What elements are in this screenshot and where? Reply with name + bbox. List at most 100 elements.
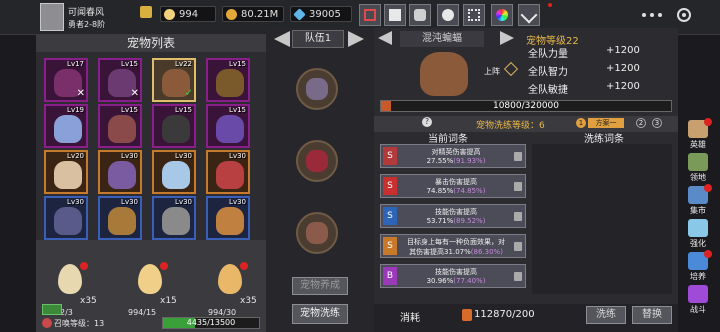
affix-entry[interactable]: S 技能伤害提高 53.71%(89.52%) <box>380 204 526 228</box>
side-menu-label: 战斗 <box>690 305 706 314</box>
scheme-1-number[interactable]: 1 <box>576 118 586 128</box>
tab-wash-entries[interactable]: 洗练词条 <box>584 130 624 145</box>
battle-toggle-icon[interactable] <box>503 61 519 77</box>
affix-entry[interactable]: S 对精英伤害提高 27.55%(91.93%) <box>380 144 526 168</box>
pet-card[interactable]: Lv20 <box>44 150 88 194</box>
pet-level-label: Lv30 <box>121 198 138 206</box>
wash-button[interactable]: 洗练 <box>586 306 626 324</box>
pet-card[interactable]: Lv22 ✓ <box>152 58 196 102</box>
pet-level-label: Lv19 <box>67 106 84 114</box>
tab-current-entries[interactable]: 当前词条 <box>428 130 468 145</box>
mail-button[interactable] <box>384 4 406 26</box>
pet-prev-arrow-icon[interactable] <box>378 31 392 45</box>
affix-entry[interactable]: B 技能伤害提高 30.96%(77.40%) <box>380 264 526 288</box>
affix-value: 53.71% <box>426 217 454 225</box>
close-target-icon[interactable] <box>677 8 691 22</box>
pet-level-label: Lv30 <box>229 198 246 206</box>
team-prev-arrow-icon[interactable] <box>274 31 290 47</box>
settings-button[interactable] <box>437 4 459 26</box>
more-menu-icon[interactable] <box>642 13 662 17</box>
summon-egg-icon[interactable] <box>58 264 82 294</box>
pet-card[interactable]: Lv30 <box>206 196 250 240</box>
team-slot-1[interactable] <box>296 68 338 110</box>
pet-level-label: Lv17 <box>67 60 84 68</box>
pet-card[interactable]: Lv15 <box>206 104 250 148</box>
grid-icon <box>468 9 480 21</box>
pet-level-label: Lv15 <box>121 60 138 68</box>
affix-entry[interactable]: S 目标身上每有一种负面效果，对 其伤害提高31.07%(86.30%) <box>380 234 526 258</box>
pet-sprite-icon <box>54 207 82 235</box>
side-menu-item[interactable]: 集市 <box>684 184 712 216</box>
affix-grade-icon: S <box>383 237 397 255</box>
egg-progress: 994/30 <box>208 308 237 317</box>
lock-icon[interactable] <box>514 152 522 161</box>
pet-sprite-icon <box>108 115 136 143</box>
pet-wash-button[interactable]: 宠物洗练 <box>292 304 348 324</box>
lock-icon[interactable] <box>514 182 522 191</box>
summon-egg-icon[interactable] <box>138 264 162 294</box>
team-label: 队伍1 <box>292 30 344 48</box>
grid-button[interactable] <box>463 4 485 26</box>
summon-level: 召唤等级：13 <box>54 319 105 328</box>
pet-next-arrow-icon[interactable] <box>500 31 514 45</box>
side-menu-item[interactable]: 战斗 <box>684 285 712 315</box>
pet-level-label: Lv30 <box>121 152 138 160</box>
affix-entry[interactable]: S 暴击伤害提高 74.85%(74.85%) <box>380 174 526 198</box>
pet-card[interactable]: Lv30 <box>152 150 196 194</box>
pet-card[interactable]: Lv15 ✕ <box>98 58 142 102</box>
pet-sprite-icon <box>162 161 190 189</box>
team-slot-3[interactable] <box>296 212 338 254</box>
side-menu-item[interactable]: 英雄 <box>684 118 712 150</box>
remove-icon: ✕ <box>76 88 85 99</box>
side-menu-label: 领地 <box>690 173 706 182</box>
affix-range: (74.85%) <box>453 187 486 195</box>
team-next-arrow-icon[interactable] <box>348 31 364 47</box>
pet-card[interactable]: Lv19 <box>44 104 88 148</box>
battle-button[interactable] <box>518 4 540 26</box>
pet-card[interactable]: Lv15 <box>152 104 196 148</box>
pet-sprite-icon <box>216 69 244 97</box>
pet-exp-bar: 10800/320000 <box>380 100 672 112</box>
pet-sprite-icon <box>108 161 136 189</box>
help-icon[interactable]: ? <box>422 117 432 127</box>
scheme-3-button[interactable]: 3 <box>652 118 662 128</box>
scheme-2-button[interactable]: 2 <box>636 118 646 128</box>
affix-value-line: 27.55%(91.93%) <box>401 157 511 165</box>
replace-button[interactable]: 替换 <box>632 306 672 324</box>
pet-card[interactable]: Lv17 ✕ <box>44 58 88 102</box>
player-avatar[interactable] <box>40 3 64 31</box>
pet-card[interactable]: Lv30 <box>98 196 142 240</box>
lock-icon[interactable] <box>514 242 522 251</box>
lock-icon[interactable] <box>514 272 522 281</box>
pet-card[interactable]: Lv30 <box>98 150 142 194</box>
wash-level: 宠物洗练等级：6 <box>476 121 545 131</box>
edit-icon[interactable] <box>140 6 152 18</box>
ticket-icon <box>42 304 62 315</box>
pet-list-title: 宠物列表 <box>36 34 266 52</box>
pet-incubate-button[interactable]: 宠物养成 <box>292 277 348 295</box>
affix-range: (86.30%) <box>470 248 503 256</box>
side-menu-item[interactable]: 强化 <box>684 219 712 249</box>
pet-card[interactable]: Lv30 <box>44 196 88 240</box>
summon-egg-icon[interactable] <box>218 264 242 294</box>
pet-card[interactable]: Lv30 <box>152 196 196 240</box>
affix-value: 74.85% <box>426 187 454 195</box>
pet-card[interactable]: Lv15 <box>98 104 142 148</box>
color-button[interactable] <box>491 4 513 26</box>
pet-card[interactable]: Lv15 <box>206 58 250 102</box>
pet-card[interactable]: Lv30 <box>206 150 250 194</box>
pet-sprite-icon <box>216 161 244 189</box>
egg-row: x35 2/3 x15 994/15 x35 994/30 <box>36 240 266 320</box>
gold-coin-icon <box>226 9 237 20</box>
side-menu-item[interactable]: 培养 <box>684 250 712 282</box>
team-panel: 队伍1 宠物养成 宠物洗练 <box>266 28 374 332</box>
gamepad-button[interactable] <box>409 4 431 26</box>
lock-icon[interactable] <box>514 212 522 221</box>
shop-button[interactable] <box>359 4 381 26</box>
stat-value-3: +1200 <box>606 81 640 92</box>
gold-currency: 80.21M <box>222 6 284 22</box>
scheme-1-button[interactable]: 方案一 <box>588 118 624 128</box>
affix-value-line: 53.71%(89.52%) <box>401 217 511 225</box>
side-menu-item[interactable]: 领地 <box>684 153 712 183</box>
team-slot-2[interactable] <box>296 140 338 182</box>
